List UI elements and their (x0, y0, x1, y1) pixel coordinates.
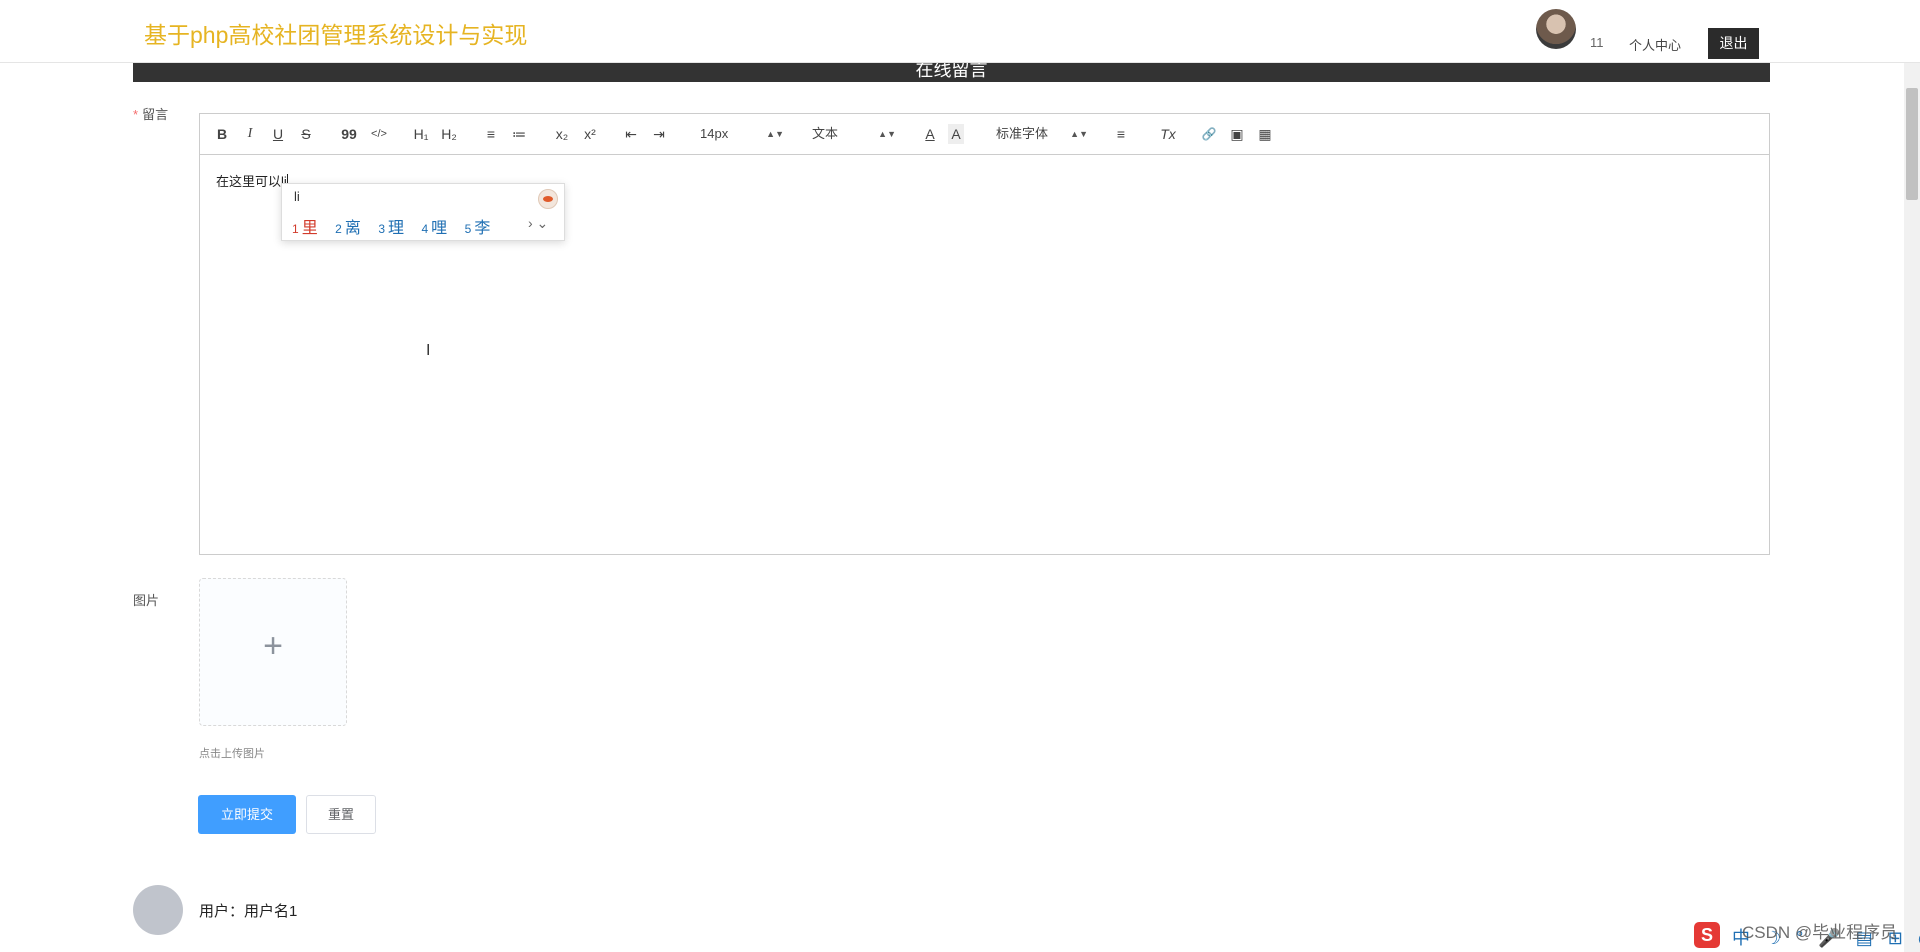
ime-composition: li (294, 189, 300, 204)
reset-button[interactable]: 重置 (306, 795, 376, 834)
italic-button[interactable]: I (242, 124, 258, 144)
upload-tip: 点击上传图片 (199, 748, 265, 760)
sogou-input-icon[interactable]: S (1694, 922, 1720, 948)
size-select[interactable]: 14px ▲▼ (700, 124, 784, 144)
comment-user: 用户：用户名1 (199, 903, 298, 920)
site-title[interactable]: 基于php高校社团管理系统设计与实现 (144, 16, 527, 50)
editor-text: 在这里可以li (216, 174, 287, 189)
video-button[interactable]: ▦ (1256, 124, 1274, 144)
chevron-updown-icon: ▲▼ (766, 129, 784, 139)
ime-candidate[interactable]: 3理 (378, 220, 404, 237)
comment-avatar (133, 885, 183, 935)
chevron-updown-icon: ▲▼ (878, 129, 896, 139)
ordered-list-button[interactable]: ≡ (482, 124, 500, 144)
heading1-button[interactable]: H₁ (410, 124, 432, 144)
scrollbar-thumb[interactable] (1906, 88, 1918, 200)
logout-button[interactable]: 退出 (1708, 28, 1759, 59)
indent-button[interactable]: ⇥ (650, 124, 668, 144)
code-block-button[interactable]: </> (368, 124, 390, 144)
i-beam-cursor-icon: I (426, 342, 431, 359)
link-button[interactable]: 🔗 (1200, 124, 1218, 144)
font-color-button[interactable]: A (922, 124, 938, 144)
rich-text-editor: B I U S 99 </> H₁ H₂ ≡ ≔ x₂ x² ⇤ ⇥ 14px … (199, 113, 1770, 555)
text-type-select-value: 文本 (812, 126, 839, 141)
personal-center-link[interactable]: 个人中心 (1629, 35, 1681, 54)
page-banner: 在线留言 (133, 62, 1770, 82)
align-button[interactable]: ≡ (1112, 124, 1130, 144)
editor-toolbar: B I U S 99 </> H₁ H₂ ≡ ≔ x₂ x² ⇤ ⇥ 14px … (200, 114, 1769, 155)
banner-title: 在线留言 (915, 62, 988, 80)
image-upload-box[interactable]: + (199, 578, 347, 726)
background-color-button[interactable]: A (948, 124, 964, 144)
blockquote-button[interactable]: 99 (340, 124, 358, 144)
size-select-value: 14px (700, 126, 729, 141)
font-family-select[interactable]: 标准字体 ▲▼ (996, 124, 1088, 144)
ime-candidate[interactable]: 4哩 (421, 220, 447, 237)
image-button[interactable]: ▣ (1228, 124, 1246, 144)
message-label-text: 留言 (142, 107, 169, 122)
font-family-select-value: 标准字体 (996, 126, 1049, 141)
message-label: * 留言 (133, 104, 168, 123)
ime-candidate-popup: li 1里 2离 3理 4哩 5李 › ⌄ (281, 183, 565, 241)
superscript-button[interactable]: x² (580, 124, 600, 144)
outdent-button[interactable]: ⇤ (622, 124, 640, 144)
top-navbar: 基于php高校社团管理系统设计与实现 11 个人中心 退出 (0, 0, 1920, 63)
ime-candidates: 1里 2离 3理 4哩 5李 (292, 214, 503, 238)
editor-content[interactable]: 在这里可以li (216, 171, 288, 190)
ime-more-icon[interactable]: › ⌄ (528, 215, 548, 232)
watermark: CSDN @毕业程序员 (1742, 923, 1898, 942)
subscript-button[interactable]: x₂ (552, 124, 572, 144)
user-number: 11 (1590, 35, 1604, 50)
underline-button[interactable]: U (270, 124, 286, 144)
required-mark: * (133, 107, 139, 122)
clean-format-button[interactable]: Tx (1158, 124, 1178, 144)
bold-button[interactable]: B (214, 124, 230, 144)
strike-button[interactable]: S (298, 124, 314, 144)
heading2-button[interactable]: H₂ (438, 124, 460, 144)
user-avatar[interactable] (1536, 9, 1576, 49)
image-label: 图片 (133, 593, 160, 608)
plus-icon: + (263, 627, 283, 665)
sogou-logo-icon (538, 189, 558, 209)
chevron-updown-icon: ▲▼ (1070, 129, 1088, 139)
ime-candidate[interactable]: 2离 (335, 220, 361, 237)
submit-button[interactable]: 立即提交 (198, 795, 296, 834)
text-type-select[interactable]: 文本 ▲▼ (812, 124, 896, 144)
ime-candidate[interactable]: 1里 (292, 220, 318, 237)
ime-candidate[interactable]: 5李 (465, 220, 491, 237)
bullet-list-button[interactable]: ≔ (510, 124, 528, 144)
